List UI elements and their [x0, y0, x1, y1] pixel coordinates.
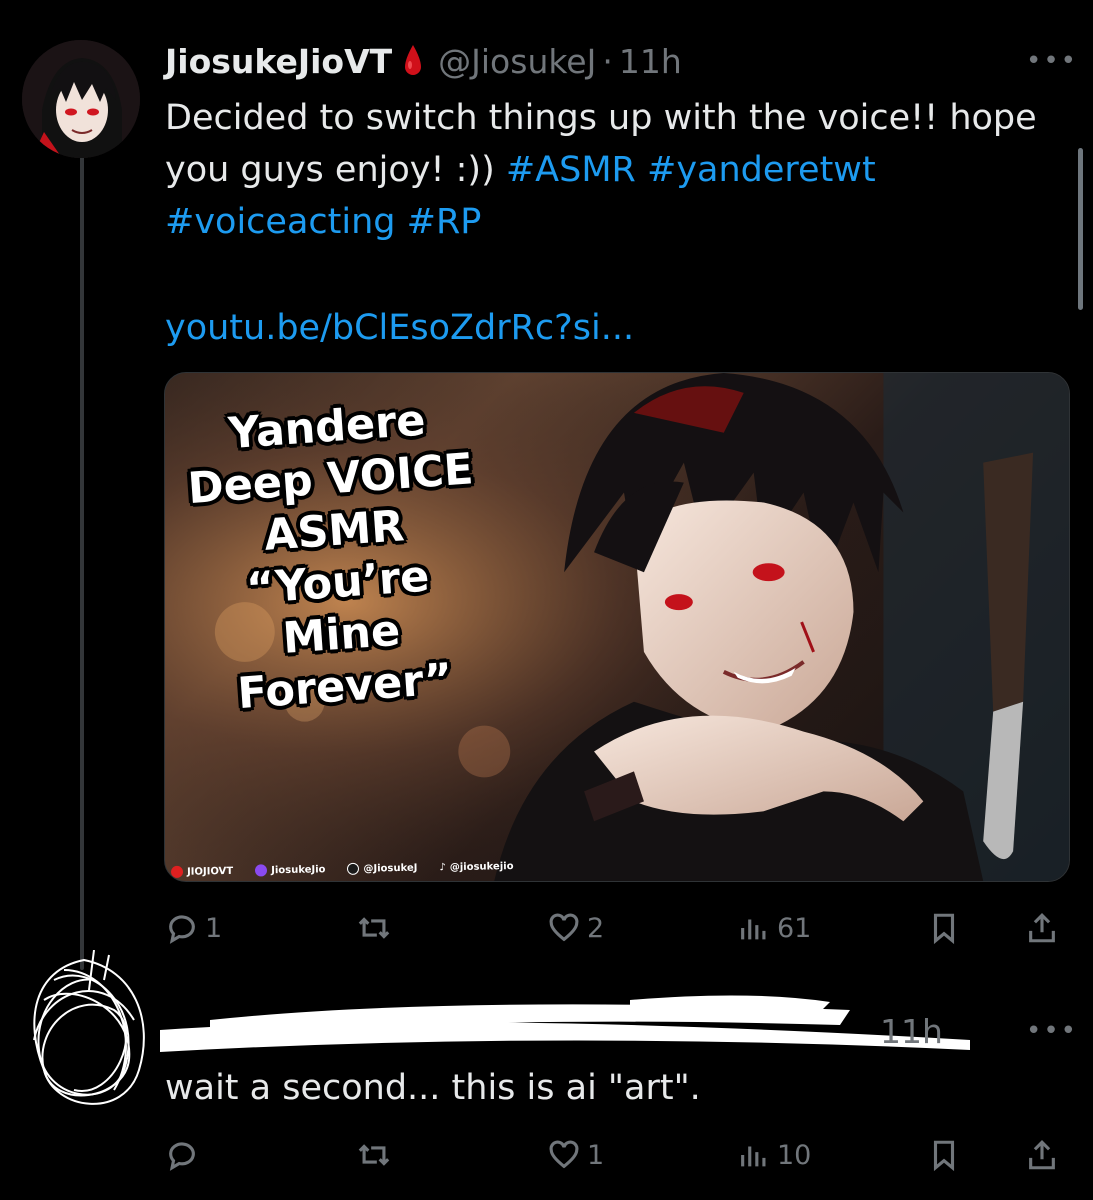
bookmark-button[interactable] — [927, 1130, 961, 1180]
more-icon[interactable]: ••• — [1026, 1018, 1078, 1044]
separator: · — [602, 41, 613, 81]
views-icon — [741, 919, 766, 940]
social-twitch: JiosukeJio — [255, 863, 326, 877]
tweet-text: Decided to switch things up with the voi… — [165, 92, 1065, 248]
youtube-link[interactable]: youtu.be/bClEsoZdrRc?si... — [165, 302, 634, 354]
handle[interactable]: @JiosukeJ — [438, 42, 596, 81]
timestamp[interactable]: 11h — [619, 42, 682, 81]
redacted-username — [160, 995, 970, 1052]
hashtag-yanderetwt[interactable]: #yanderetwt — [647, 150, 876, 190]
thumbnail-title: Yandere Deep VOICE ASMR “You’re Mine For… — [165, 390, 511, 724]
views-count: 61 — [777, 912, 812, 944]
like-button[interactable]: 1 — [547, 1130, 604, 1180]
reply-text: wait a second... this is ai "art". — [165, 1068, 701, 1108]
reply-icon — [169, 915, 195, 944]
bookmark-button[interactable] — [927, 903, 961, 953]
retweet-icon — [358, 917, 390, 939]
views-count: 10 — [777, 1139, 812, 1171]
social-twitter: @JiosukeJ — [347, 862, 418, 875]
views-button[interactable]: 10 — [737, 1130, 811, 1180]
youtube-icon — [170, 865, 184, 878]
heart-icon — [549, 1140, 579, 1169]
social-youtube: JIOJIOVT — [170, 865, 233, 878]
display-name[interactable]: JiosukeJioVT — [165, 42, 392, 81]
reply-timestamp[interactable]: 11h — [880, 1012, 943, 1051]
like-count: 2 — [587, 912, 605, 944]
views-button[interactable]: 61 — [737, 903, 811, 953]
share-button[interactable] — [1025, 903, 1059, 953]
thread-connector-line — [80, 140, 84, 970]
retweet-button[interactable] — [357, 1130, 397, 1180]
more-icon[interactable]: ••• — [1026, 48, 1078, 74]
tweet-action-bar: 1 2 61 — [165, 903, 1065, 953]
share-icon — [1029, 1140, 1055, 1170]
like-button[interactable]: 2 — [547, 903, 604, 953]
social-tiktok: ♪ @jiosukejio — [439, 860, 514, 873]
tiktok-icon: ♪ — [439, 861, 446, 873]
x-icon — [347, 862, 360, 875]
redacted-avatar[interactable] — [14, 950, 154, 1130]
scrollbar[interactable] — [1078, 148, 1083, 310]
reply-action-bar: 1 10 — [165, 1130, 1065, 1180]
reply-button[interactable] — [165, 1130, 205, 1180]
like-count: 1 — [587, 1139, 605, 1171]
reply-button[interactable]: 1 — [165, 903, 222, 953]
views-icon — [741, 1146, 766, 1167]
video-thumbnail-card[interactable]: Yandere Deep VOICE ASMR “You’re Mine For… — [164, 372, 1070, 882]
reply-icon — [169, 1142, 195, 1171]
hashtag-voiceacting[interactable]: #voiceacting — [165, 202, 396, 242]
avatar[interactable] — [22, 40, 140, 158]
bookmark-icon — [933, 1140, 955, 1172]
reply-count: 1 — [205, 912, 223, 944]
share-icon — [1029, 913, 1055, 943]
heart-icon — [549, 913, 579, 942]
tweet-header: JiosukeJioVT @JiosukeJ · 11h — [165, 36, 682, 86]
retweet-button[interactable] — [357, 903, 397, 953]
share-button[interactable] — [1025, 1130, 1059, 1180]
hashtag-asmr[interactable]: #ASMR — [506, 150, 636, 190]
twitch-icon — [255, 864, 268, 877]
retweet-icon — [358, 1144, 390, 1166]
bookmark-icon — [933, 913, 955, 945]
blood-drop-icon — [402, 43, 424, 79]
hashtag-rp[interactable]: #RP — [407, 202, 482, 242]
